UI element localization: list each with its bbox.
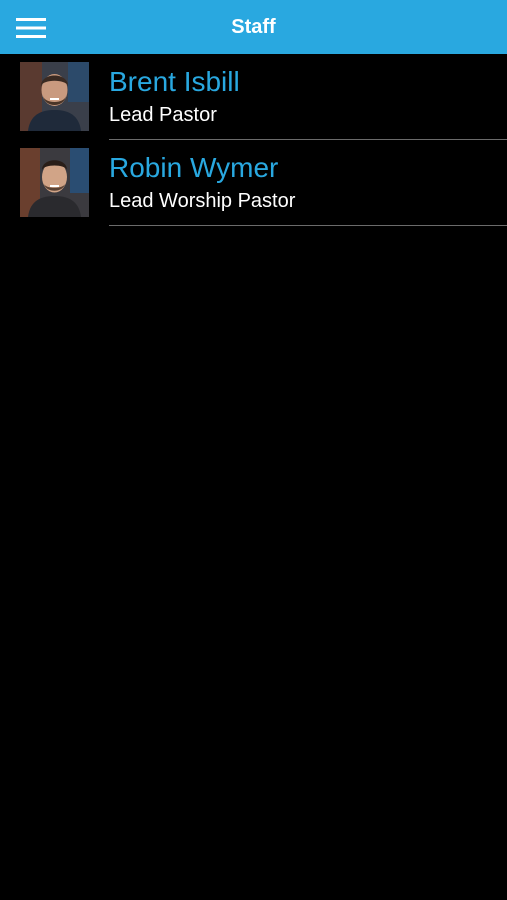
- page-title: Staff: [231, 16, 276, 38]
- staff-role: Lead Pastor: [109, 104, 217, 126]
- staff-name: Robin Wymer: [109, 152, 279, 183]
- avatar: [20, 62, 89, 131]
- staff-name: Brent Isbill: [109, 66, 240, 97]
- staff-list: Brent Isbill Lead Pastor Robin Wymer Lea…: [0, 54, 507, 226]
- avatar: [20, 148, 89, 217]
- staff-list-item-brent-isbill[interactable]: Brent Isbill Lead Pastor: [0, 54, 507, 140]
- staff-screen: Staff Brent Isbill Lead Pastor Robin Wym…: [0, 0, 507, 900]
- top-app-bar: Staff: [0, 0, 507, 54]
- staff-role: Lead Worship Pastor: [109, 190, 296, 212]
- staff-list-item-robin-wymer[interactable]: Robin Wymer Lead Worship Pastor: [0, 140, 507, 226]
- divider: [109, 225, 507, 226]
